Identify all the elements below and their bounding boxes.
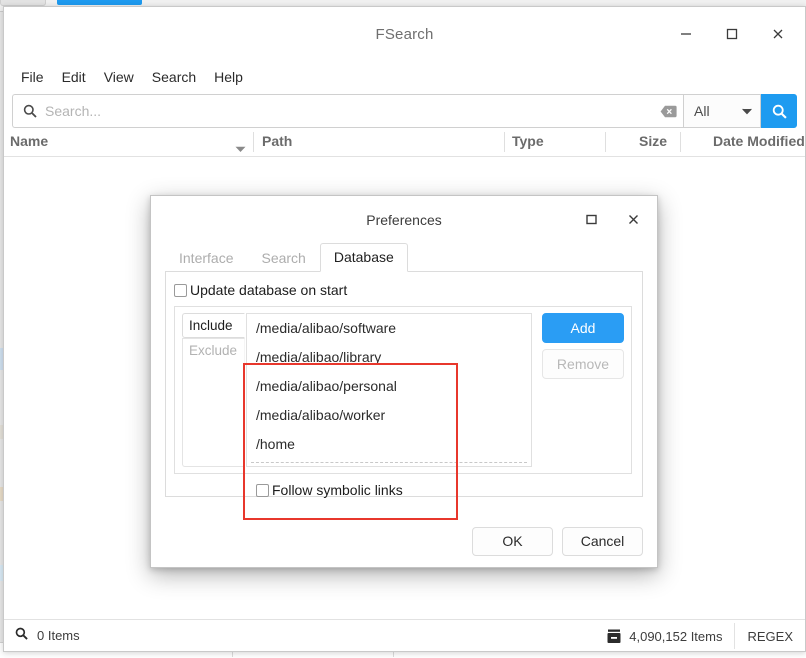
column-header-name[interactable]: Name bbox=[10, 133, 48, 149]
list-item[interactable]: /media/alibao/personal bbox=[247, 372, 531, 401]
filter-selected-label: All bbox=[694, 103, 710, 119]
tab-include[interactable]: Include bbox=[182, 313, 245, 338]
clear-entry-icon bbox=[660, 105, 677, 118]
statusbar-left: 0 Items bbox=[4, 627, 80, 645]
list-item[interactable]: /media/alibao/worker bbox=[247, 401, 531, 430]
include-exclude-frame: Include Exclude /media/alibao/software /… bbox=[174, 306, 632, 474]
include-actions: Add Remove bbox=[532, 313, 624, 467]
statusbar: 0 Items 4,090,152 Items REGEX bbox=[4, 619, 805, 651]
column-header-type[interactable]: Type bbox=[512, 133, 544, 149]
list-item[interactable]: /media/alibao/software bbox=[247, 314, 531, 343]
preferences-close-button[interactable] bbox=[612, 200, 654, 240]
follow-symbolic-links-label: Follow symbolic links bbox=[272, 482, 403, 498]
follow-symbolic-links-checkbox[interactable] bbox=[256, 484, 269, 497]
window-title: FSearch bbox=[375, 26, 433, 43]
add-path-button[interactable]: Add bbox=[542, 313, 624, 343]
include-paths-list[interactable]: /media/alibao/software /media/alibao/lib… bbox=[246, 313, 532, 467]
preferences-tabstrip: Interface Search Database bbox=[165, 243, 643, 271]
close-icon bbox=[627, 213, 640, 226]
database-tab-panel: Update database on start Include Exclude… bbox=[165, 271, 643, 497]
close-icon bbox=[771, 27, 785, 41]
menu-file[interactable]: File bbox=[13, 66, 52, 88]
search-field-container[interactable] bbox=[12, 94, 683, 128]
menu-search[interactable]: Search bbox=[144, 66, 204, 88]
column-header-date-modified[interactable]: Date Modified bbox=[713, 133, 805, 149]
list-item[interactable]: /media/alibao/library bbox=[247, 343, 531, 372]
sort-descending-icon bbox=[235, 140, 246, 158]
database-icon bbox=[607, 629, 621, 644]
preferences-footer: OK Cancel bbox=[151, 515, 657, 567]
cancel-button[interactable]: Cancel bbox=[562, 527, 643, 556]
column-header-path[interactable]: Path bbox=[262, 133, 292, 149]
preferences-body: Interface Search Database Update databas… bbox=[151, 243, 657, 515]
results-column-header: Name Path Type Size Date Modified bbox=[4, 128, 805, 157]
preferences-dialog: Preferences Interface Search Database Up… bbox=[150, 195, 658, 568]
maximize-button[interactable] bbox=[709, 11, 755, 57]
preferences-maximize-button[interactable] bbox=[570, 200, 612, 240]
database-count-label: 4,090,152 Items bbox=[629, 629, 722, 644]
follow-symbolic-links-row[interactable]: Follow symbolic links bbox=[174, 482, 632, 498]
menubar: File Edit View Search Help bbox=[4, 61, 805, 93]
minimize-icon bbox=[679, 27, 693, 41]
tab-search[interactable]: Search bbox=[247, 244, 319, 272]
search-input[interactable] bbox=[45, 103, 653, 119]
search-icon bbox=[772, 104, 787, 119]
maximize-icon bbox=[725, 27, 739, 41]
maximize-icon bbox=[585, 213, 598, 226]
search-row: All bbox=[4, 94, 805, 128]
column-divider[interactable] bbox=[605, 132, 606, 152]
update-database-on-start-checkbox[interactable] bbox=[174, 284, 187, 297]
tab-interface[interactable]: Interface bbox=[165, 244, 247, 272]
search-submit-button[interactable] bbox=[761, 94, 797, 128]
search-icon bbox=[23, 104, 37, 118]
filter-dropdown[interactable]: All bbox=[683, 94, 761, 128]
column-divider[interactable] bbox=[680, 132, 681, 152]
window-titlebar: FSearch bbox=[4, 7, 805, 61]
include-exclude-tabs: Include Exclude bbox=[182, 313, 245, 467]
menu-help[interactable]: Help bbox=[206, 66, 251, 88]
regex-toggle[interactable]: REGEX bbox=[747, 629, 805, 644]
window-controls bbox=[663, 7, 801, 61]
update-database-on-start-row[interactable]: Update database on start bbox=[174, 282, 632, 298]
menu-view[interactable]: View bbox=[96, 66, 142, 88]
remove-path-button[interactable]: Remove bbox=[542, 349, 624, 379]
list-item[interactable]: /home bbox=[247, 430, 531, 459]
statusbar-divider bbox=[734, 623, 735, 649]
update-database-on-start-label: Update database on start bbox=[190, 282, 347, 298]
column-header-size[interactable]: Size bbox=[639, 133, 667, 149]
preferences-titlebar: Preferences bbox=[151, 196, 657, 243]
ok-button[interactable]: OK bbox=[472, 527, 553, 556]
chevron-down-icon bbox=[742, 102, 752, 120]
clear-search-button[interactable] bbox=[653, 105, 683, 118]
column-divider[interactable] bbox=[504, 132, 505, 152]
list-bottom-dashed-divider bbox=[251, 462, 527, 463]
preferences-window-controls bbox=[570, 196, 654, 243]
background-browser-tab-active[interactable] bbox=[57, 0, 142, 5]
search-icon bbox=[15, 627, 28, 645]
result-count-label: 0 Items bbox=[37, 628, 80, 643]
preferences-title: Preferences bbox=[366, 212, 441, 228]
tab-exclude[interactable]: Exclude bbox=[182, 338, 245, 467]
column-divider[interactable] bbox=[253, 132, 254, 152]
close-button[interactable] bbox=[755, 11, 801, 57]
menu-edit[interactable]: Edit bbox=[54, 66, 94, 88]
statusbar-right: 4,090,152 Items REGEX bbox=[607, 620, 805, 652]
tab-database[interactable]: Database bbox=[320, 243, 408, 272]
minimize-button[interactable] bbox=[663, 11, 709, 57]
